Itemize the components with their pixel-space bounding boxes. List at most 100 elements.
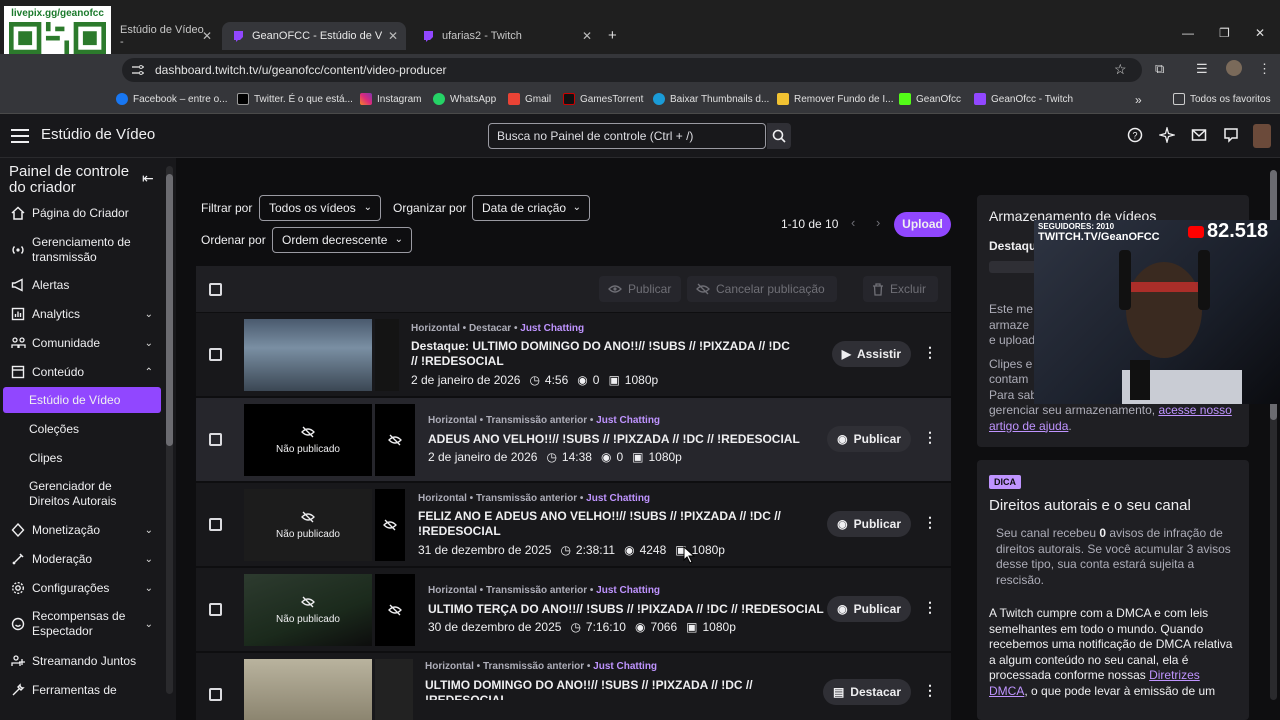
next-page-icon[interactable]: ›	[876, 215, 880, 230]
help-icon[interactable]: ?	[1127, 127, 1143, 143]
sidebar-item-settings[interactable]: Configurações ⌄	[0, 581, 165, 595]
search-button[interactable]	[767, 123, 791, 149]
publish-button[interactable]: ◉ Publicar	[827, 426, 911, 452]
publish-button[interactable]: ◉ Publicar	[827, 596, 911, 622]
row-checkbox[interactable]	[209, 433, 222, 446]
bookmark-geanofcc[interactable]: GeanOfcc	[899, 93, 961, 105]
close-tab-icon[interactable]: ✕	[582, 29, 592, 43]
sidebar-subitem-collections[interactable]: Coleções	[29, 422, 79, 437]
video-title[interactable]: ULTIMO DOMINGO DO ANO!!// !SUBS // !PIXZ…	[425, 678, 805, 700]
profile-avatar[interactable]	[1226, 60, 1242, 76]
previous-page-icon[interactable]: ‹	[851, 215, 855, 230]
new-tab-icon[interactable]: +	[608, 27, 617, 44]
bookmark-gamestorrent[interactable]: GamesTorrent	[563, 93, 643, 105]
video-title[interactable]: ULTIMO TERÇA DO ANO!!// !SUBS // !PIXZAD…	[428, 602, 828, 617]
sidebar-subitem-video-studio[interactable]: Estúdio de Vídeo	[3, 387, 161, 413]
extensions-icon[interactable]: ⧉	[1155, 61, 1164, 77]
sidebar-item-stream-manager[interactable]: Gerenciamento de transmissão	[0, 235, 165, 265]
whispers-icon[interactable]	[1223, 127, 1239, 143]
bookmark-geanofcc-twitch[interactable]: GeanOfcc - Twitch	[974, 93, 1073, 105]
bookmark-thumbnails[interactable]: Baixar Thumbnails d...	[653, 93, 769, 105]
row-checkbox[interactable]	[209, 518, 222, 531]
table-row[interactable]: Não publicado Horizontal • Transmissão a…	[196, 568, 951, 651]
sidebar-item-monetization[interactable]: Monetização ⌄	[0, 523, 165, 537]
sidebar-item-stream-together[interactable]: Streamando Juntos	[0, 654, 165, 668]
bookmark-gmail[interactable]: Gmail	[508, 93, 551, 105]
sidebar-subitem-clips[interactable]: Clipes	[29, 451, 62, 466]
close-tab-icon[interactable]: ✕	[202, 29, 212, 43]
sidebar-item-content[interactable]: Conteúdo ⌃	[0, 365, 165, 379]
sidebar-item-tools[interactable]: Ferramentas de	[0, 683, 165, 697]
table-row[interactable]: Não publicado Horizontal • Transmissão a…	[196, 398, 951, 481]
media-icon[interactable]: ☰	[1196, 61, 1208, 77]
video-category[interactable]: Just Chatting	[520, 323, 584, 334]
user-avatar[interactable]	[1253, 124, 1271, 148]
bookmark-instagram[interactable]: Instagram	[360, 93, 421, 105]
dashboard-search-input[interactable]: Busca no Painel de controle (Ctrl + /)	[488, 123, 766, 149]
table-row[interactable]: Horizontal • Destacar • Just Chatting De…	[196, 313, 951, 396]
sidebar-item-analytics[interactable]: Analytics ⌄	[0, 307, 165, 321]
more-options-icon[interactable]: ⋮	[923, 429, 937, 446]
menu-kebab-icon[interactable]: ⋮	[1258, 61, 1271, 77]
sidebar-scrollbar-thumb[interactable]	[166, 174, 173, 446]
video-thumbnail[interactable]	[244, 659, 414, 720]
close-window-icon[interactable]: ✕	[1255, 26, 1265, 40]
sidebar-item-community[interactable]: Comunidade ⌄	[0, 336, 165, 350]
table-row[interactable]: Horizontal • Transmissão anterior • Just…	[196, 653, 951, 720]
video-title[interactable]: FELIZ ANO E ADEUS ANO VELHO!!// !SUBS //…	[418, 509, 798, 539]
sidebar-subitem-copyright-manager[interactable]: Gerenciador de Direitos Autorais	[29, 479, 139, 509]
select-all-checkbox[interactable]	[209, 283, 222, 296]
bookmark-whatsapp[interactable]: WhatsApp	[433, 93, 496, 105]
more-options-icon[interactable]: ⋮	[923, 344, 937, 361]
bookmark-facebook[interactable]: Facebook – entre o...	[116, 93, 228, 105]
upload-button[interactable]: Upload	[894, 212, 951, 237]
inbox-icon[interactable]	[1191, 127, 1207, 143]
bookmark-remover-fundo[interactable]: Remover Fundo de I...	[777, 93, 894, 105]
watch-button[interactable]: ▶ Assistir	[831, 341, 911, 367]
site-info-icon[interactable]	[131, 64, 145, 76]
close-tab-icon[interactable]: ✕	[388, 29, 398, 43]
sidebar-item-viewer-rewards[interactable]: Recompensas de Espectador ⌄	[0, 609, 165, 639]
sparkle-icon[interactable]	[1159, 127, 1175, 143]
bookmark-twitter[interactable]: Twitter. É o que está...	[237, 93, 353, 105]
publish-bulk-button[interactable]: Publicar	[599, 276, 681, 302]
video-category[interactable]: Just Chatting	[586, 493, 650, 504]
row-checkbox[interactable]	[209, 348, 222, 361]
video-thumbnail[interactable]: Não publicado	[244, 404, 415, 476]
video-category[interactable]: Just Chatting	[596, 585, 660, 596]
row-checkbox[interactable]	[209, 603, 222, 616]
publish-button[interactable]: ◉ Publicar	[827, 511, 911, 537]
collapse-sidebar-icon[interactable]: ⇤	[142, 170, 154, 187]
feature-button[interactable]: ▤ Destacar	[822, 679, 911, 705]
more-bookmarks-icon[interactable]: »	[1135, 93, 1142, 107]
video-thumbnail[interactable]: Não publicado	[244, 489, 414, 561]
sidebar-item-alerts[interactable]: Alertas	[0, 278, 165, 292]
video-category[interactable]: Just Chatting	[596, 415, 660, 426]
table-row[interactable]: Não publicado Horizontal • Transmissão a…	[196, 483, 951, 566]
delete-bulk-button[interactable]: Excluir	[863, 276, 938, 302]
organize-dropdown[interactable]: Data de criação ⌄	[472, 195, 590, 221]
row-checkbox[interactable]	[209, 688, 222, 701]
filter-dropdown[interactable]: Todos os vídeos ⌄	[259, 195, 381, 221]
bookmark-star-icon[interactable]: ☆	[1114, 61, 1127, 78]
order-dropdown[interactable]: Ordem decrescente ⌄	[272, 227, 412, 253]
video-title[interactable]: Destaque: ULTIMO DOMINGO DO ANO!!// !SUB…	[411, 339, 791, 369]
browser-tab-1[interactable]: Estúdio de Vídeo - ✕	[110, 22, 220, 50]
video-thumbnail[interactable]	[244, 319, 414, 391]
video-thumbnail[interactable]: Não publicado	[244, 574, 415, 646]
video-category[interactable]: Just Chatting	[593, 661, 657, 672]
all-favorites[interactable]: Todos os favoritos	[1173, 93, 1271, 105]
video-title[interactable]: ADEUS ANO VELHO!!// !SUBS // !PIXZADA //…	[428, 432, 828, 447]
unpublish-bulk-button[interactable]: Cancelar publicação	[687, 276, 837, 302]
sidebar-item-creator-page[interactable]: Página do Criador	[0, 206, 165, 220]
url-field[interactable]: dashboard.twitch.tv/u/geanofcc/content/v…	[122, 58, 1142, 82]
more-options-icon[interactable]: ⋮	[923, 682, 937, 699]
sidebar-scrollbar[interactable]	[166, 166, 173, 694]
more-options-icon[interactable]: ⋮	[923, 514, 937, 531]
browser-tab-3[interactable]: ufarias2 - Twitch ✕	[412, 22, 600, 50]
minimize-icon[interactable]: —	[1182, 26, 1194, 40]
browser-tab-2[interactable]: GeanOFCC - Estúdio de Vídeo - ✕	[222, 22, 406, 50]
hamburger-menu-icon[interactable]	[11, 129, 29, 143]
more-options-icon[interactable]: ⋮	[923, 599, 937, 616]
sidebar-item-moderation[interactable]: Moderação ⌄	[0, 552, 165, 566]
